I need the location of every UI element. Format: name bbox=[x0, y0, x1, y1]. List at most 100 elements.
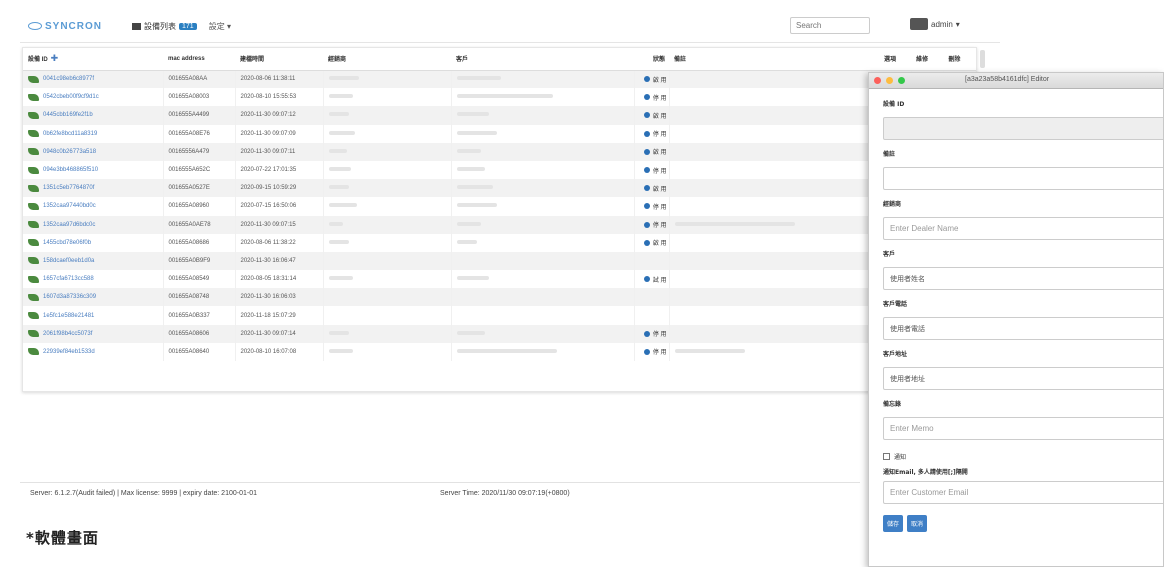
header-mac[interactable]: mac address bbox=[163, 48, 235, 71]
table-row[interactable]: 0948c0b26773a518 00165556A479 2020-11-30 0… bbox=[23, 142, 976, 161]
phone-field[interactable]: 使用者電話 bbox=[883, 317, 1163, 340]
table-row[interactable]: 0445cbb169fe2f1b 0016555A4499 2020-11-30 0… bbox=[23, 106, 976, 125]
device-id-cell[interactable]: 0b62fe8bcd11a8319 bbox=[23, 124, 164, 143]
info-icon[interactable] bbox=[643, 239, 650, 246]
info-icon[interactable] bbox=[643, 348, 650, 355]
add-device-icon[interactable]: ✚ bbox=[51, 53, 59, 63]
editor-titlebar[interactable]: [a3a23a58b4161dfc] Editor bbox=[869, 73, 1163, 89]
device-id-cell[interactable]: 1e5fc1e588e21481 bbox=[23, 306, 164, 325]
customer-field[interactable]: 使用者姓名 bbox=[883, 267, 1163, 290]
memo-field[interactable]: Enter Memo bbox=[883, 417, 1163, 440]
email-field[interactable]: Enter Customer Email bbox=[883, 481, 1163, 504]
device-id-cell[interactable]: 2061f98b4cc5073f bbox=[23, 324, 164, 343]
save-button[interactable]: 儲存 bbox=[883, 515, 904, 532]
device-id-cell[interactable]: 1351c5eb7764870f bbox=[23, 179, 164, 198]
device-icon bbox=[28, 257, 39, 265]
notify-checkbox-row[interactable]: 通知 bbox=[883, 449, 1149, 463]
address-field[interactable]: 使用者地址 bbox=[883, 367, 1163, 390]
device-id-link[interactable]: 1e5fc1e588e21481 bbox=[28, 312, 163, 320]
device-id-link[interactable]: 1455cbd78e06f0b bbox=[28, 239, 163, 247]
device-icon bbox=[28, 166, 39, 174]
search-input[interactable] bbox=[790, 17, 870, 34]
header-dealer[interactable]: 經銷商 bbox=[323, 48, 451, 71]
header-created[interactable]: 建檔時間 bbox=[235, 48, 323, 71]
device-id-link[interactable]: 0445cbb169fe2f1b bbox=[28, 111, 163, 119]
device-icon bbox=[28, 93, 39, 101]
device-id-link[interactable]: 1351c5eb7764870f bbox=[28, 184, 163, 192]
info-icon[interactable] bbox=[643, 203, 650, 210]
info-icon[interactable] bbox=[643, 76, 650, 83]
device-id-cell[interactable]: 1352caa97d6bdc0c bbox=[23, 215, 164, 234]
table-row[interactable]: 1351c5eb7764870f 001655A0527E 2020-09-15 1… bbox=[23, 179, 976, 198]
table-row[interactable]: 1352caa97440bd0c 001655A08960 2020-07-15 1… bbox=[23, 197, 976, 216]
minimize-window-icon[interactable] bbox=[886, 77, 893, 84]
info-icon[interactable] bbox=[643, 148, 650, 155]
table-row[interactable]: 0041c98eb6c8977f 001655A08AA 2020-08-06 11… bbox=[23, 70, 976, 89]
device-id-cell[interactable]: 22939ef84eb1533d bbox=[23, 342, 164, 361]
device-icon bbox=[28, 312, 39, 320]
table-row[interactable]: 094e3bb468865f510 0016555A652C 2020-07-22 … bbox=[23, 160, 976, 180]
user-menu[interactable]: admin ▾ bbox=[910, 18, 960, 30]
table-row[interactable]: 22939ef84eb1533d 001655A08640 2020-08-10 1… bbox=[23, 342, 976, 361]
notify-checkbox[interactable] bbox=[883, 452, 890, 460]
device-id-link[interactable]: 1607d3a87336c309 bbox=[28, 293, 163, 301]
device-id-link[interactable]: 1352caa97440bd0c bbox=[28, 202, 163, 210]
device-id-link[interactable]: 0542cbeb00f9cf9d1c bbox=[28, 93, 163, 101]
memo-cell bbox=[669, 88, 880, 107]
device-id-cell[interactable]: 0948c0b26773a518 bbox=[23, 142, 164, 161]
header-memo[interactable]: 備註 bbox=[669, 48, 879, 71]
nav-settings-dropdown[interactable]: 設定 ▾ bbox=[209, 21, 231, 32]
header-status[interactable]: 狀態 bbox=[634, 48, 669, 71]
info-icon[interactable] bbox=[643, 167, 650, 174]
created-cell: 2020-11-30 09:07:09 bbox=[235, 124, 324, 143]
info-icon[interactable] bbox=[643, 112, 650, 119]
header-device-id[interactable]: 設備 ID ✚ bbox=[23, 48, 163, 71]
device-id-cell[interactable]: 0041c98eb6c8977f bbox=[23, 70, 164, 89]
device-id-link[interactable]: 0b62fe8bcd11a8319 bbox=[28, 130, 163, 138]
table-row[interactable]: 1607d3a87336c309 001655A08748 2020-11-30 1… bbox=[23, 288, 976, 307]
info-icon[interactable] bbox=[643, 130, 650, 137]
close-window-icon[interactable] bbox=[874, 77, 881, 84]
device-id-link[interactable]: 2061f98b4cc5073f bbox=[28, 330, 163, 338]
mac-cell: 00165556A479 bbox=[163, 142, 236, 161]
table-row[interactable]: 2061f98b4cc5073f 001655A08606 2020-11-30 0… bbox=[23, 324, 976, 343]
device-id-cell[interactable]: 1352caa97440bd0c bbox=[23, 197, 164, 216]
info-icon[interactable] bbox=[643, 276, 650, 283]
info-icon[interactable] bbox=[643, 185, 650, 192]
device-id-cell[interactable]: 158dcaef0eeb1d0a bbox=[23, 251, 164, 271]
table-row[interactable]: 1657cfa6713cc588 001655A08549 2020-08-05 1… bbox=[23, 270, 976, 289]
maximize-window-icon[interactable] bbox=[898, 77, 905, 84]
device-id-cell[interactable]: 1657cfa6713cc588 bbox=[23, 270, 164, 289]
status-field[interactable] bbox=[883, 167, 1163, 190]
device-id-link[interactable]: 0948c0b26773a518 bbox=[28, 148, 163, 156]
table-row[interactable]: 158dcaef0eeb1d0a 001655A0B9F9 2020-11-30 1… bbox=[23, 251, 976, 271]
device-icon bbox=[28, 202, 39, 210]
device-id-cell[interactable]: 1455cbd78e06f0b bbox=[23, 233, 164, 252]
device-id-link[interactable]: 094e3bb468865f510 bbox=[28, 166, 163, 174]
dealer-field[interactable]: Enter Dealer Name bbox=[883, 217, 1163, 240]
device-id-cell[interactable]: 1607d3a87336c309 bbox=[23, 288, 164, 307]
info-icon[interactable] bbox=[643, 330, 650, 337]
table-row[interactable]: 1352caa97d6bdc0c 001655A0AE78 2020-11-30 0… bbox=[23, 215, 976, 234]
nav-devices-link[interactable]: 設備列表 171 bbox=[132, 21, 197, 32]
table-row[interactable]: 1e5fc1e588e21481 001655A0B337 2020-11-18 1… bbox=[23, 306, 976, 325]
device-id-link[interactable]: 0041c98eb6c8977f bbox=[28, 75, 163, 83]
info-icon[interactable] bbox=[643, 94, 650, 101]
header-customer[interactable]: 客戶 bbox=[451, 48, 634, 71]
table-row[interactable]: 0b62fe8bcd11a8319 001655A08E76 2020-11-30 … bbox=[23, 124, 976, 143]
dealer-cell bbox=[323, 124, 452, 143]
info-icon[interactable] bbox=[643, 221, 650, 228]
scrollbar[interactable] bbox=[980, 50, 985, 68]
device-id-link[interactable]: 158dcaef0eeb1d0a bbox=[28, 257, 163, 265]
device-id-link[interactable]: 22939ef84eb1533d bbox=[28, 348, 163, 356]
status-wrap: 停 用 bbox=[640, 93, 669, 102]
brand-logo[interactable]: SYNCRON bbox=[28, 21, 102, 32]
device-id-cell[interactable]: 0542cbeb00f9cf9d1c bbox=[23, 88, 164, 107]
cancel-button[interactable]: 取消 bbox=[907, 515, 928, 532]
device-id-cell[interactable]: 0445cbb169fe2f1b bbox=[23, 106, 164, 125]
table-row[interactable]: 0542cbeb00f9cf9d1c 001655A08003 2020-08-10… bbox=[23, 88, 976, 107]
device-id-cell[interactable]: 094e3bb468865f510 bbox=[23, 160, 164, 180]
table-row[interactable]: 1455cbd78e06f0b 001655A08686 2020-08-06 11… bbox=[23, 233, 976, 252]
device-id-link[interactable]: 1352caa97d6bdc0c bbox=[28, 221, 163, 229]
device-id-link[interactable]: 1657cfa6713cc588 bbox=[28, 275, 163, 283]
